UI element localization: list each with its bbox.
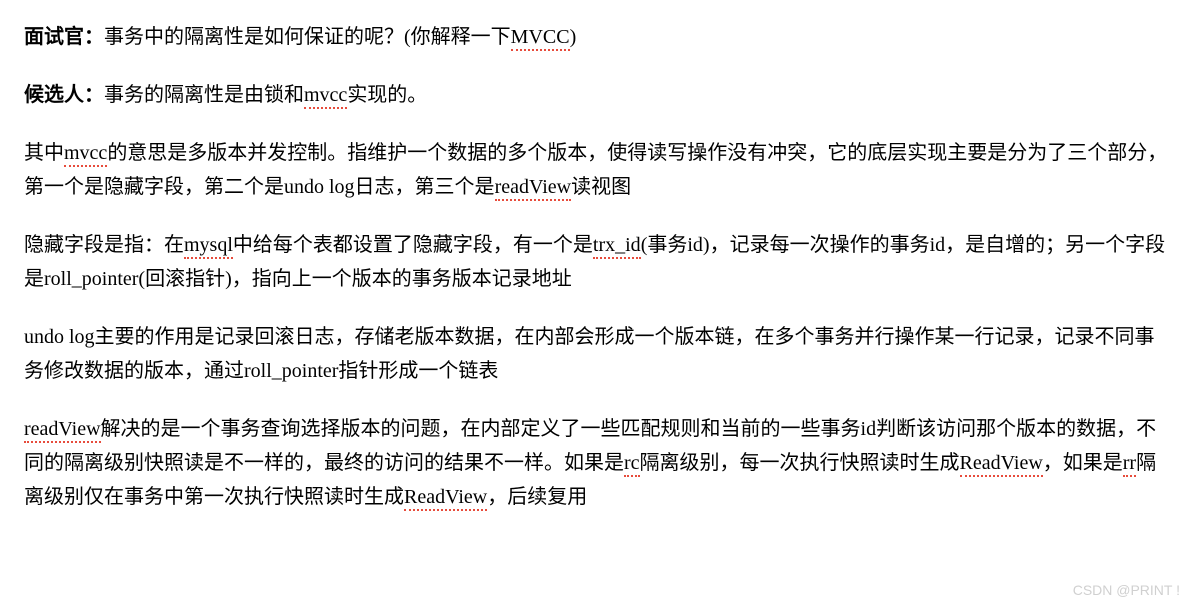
term-rc: rc <box>624 452 640 477</box>
text: 事务中的隔离性是如何保证的呢？(你解释一下 <box>104 26 511 48</box>
text: 事务的隔离性是由锁和 <box>104 84 304 106</box>
text: ) <box>570 26 577 48</box>
term-trx-id: trx_id <box>593 234 641 259</box>
term-readview: ReadView <box>960 452 1043 477</box>
hidden-fields: 隐藏字段是指：在mysql中给每个表都设置了隐藏字段，有一个是trx_id(事务… <box>24 228 1172 296</box>
term-readview: readView <box>495 176 572 201</box>
text: 实现的。 <box>347 84 427 106</box>
term-readview: readView <box>24 418 101 443</box>
readview-explanation: readView解决的是一个事务查询选择版本的问题，在内部定义了一些匹配规则和当… <box>24 412 1172 514</box>
term-rr: rr <box>1123 452 1136 477</box>
candidate-answer-intro: 候选人：事务的隔离性是由锁和mvcc实现的。 <box>24 78 1172 112</box>
undo-log: undo log主要的作用是记录回滚日志，存储老版本数据，在内部会形成一个版本链… <box>24 320 1172 388</box>
text: undo log主要的作用是记录回滚日志，存储老版本数据，在内部会形成一个版本链… <box>24 326 1155 382</box>
term-mvcc: mvcc <box>304 84 347 109</box>
watermark: CSDN @PRINT ! <box>1073 579 1180 603</box>
interviewer-question: 面试官：事务中的隔离性是如何保证的呢？(你解释一下MVCC) <box>24 20 1172 54</box>
text: ，如果是 <box>1043 452 1123 474</box>
term-mysql: mysql <box>184 234 233 259</box>
text: 其中 <box>24 142 64 164</box>
text: 中给每个表都设置了隐藏字段，有一个是 <box>233 234 593 256</box>
term-readview: ReadView <box>404 486 487 511</box>
interviewer-label: 面试官： <box>24 26 104 48</box>
term-mvcc: MVCC <box>511 26 570 51</box>
candidate-label: 候选人： <box>24 84 104 106</box>
text: ，后续复用 <box>487 486 587 508</box>
term-mvcc: mvcc <box>64 142 107 167</box>
mvcc-definition: 其中mvcc的意思是多版本并发控制。指维护一个数据的多个版本，使得读写操作没有冲… <box>24 136 1172 204</box>
text: 读视图 <box>571 176 631 198</box>
text: 隐藏字段是指：在 <box>24 234 184 256</box>
text: 隔离级别，每一次执行快照读时生成 <box>640 452 960 474</box>
